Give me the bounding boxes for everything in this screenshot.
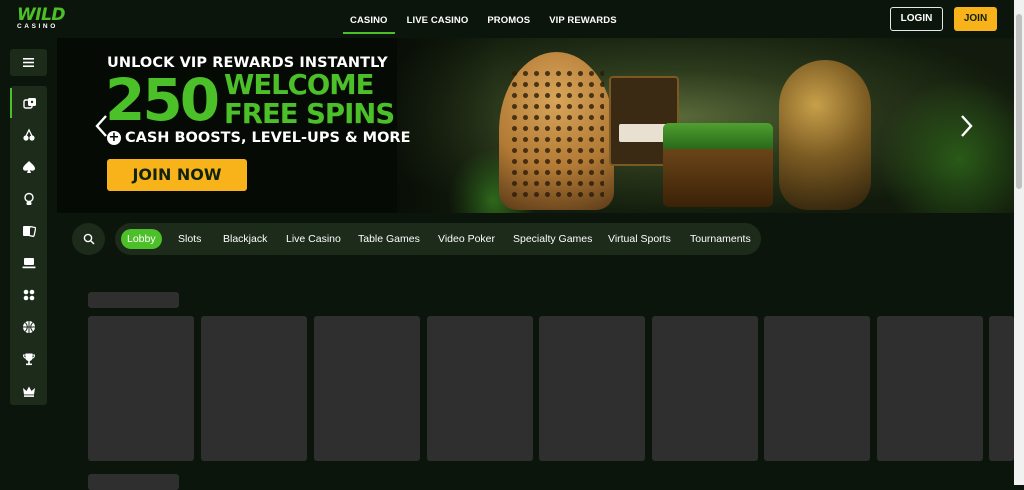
- login-button[interactable]: LOGIN: [890, 7, 943, 31]
- filter-tournaments[interactable]: Tournaments: [690, 229, 751, 249]
- hero-foliage-right: [877, 78, 1014, 213]
- hero-banner[interactable]: UNLOCK VIP REWARDS INSTANTLY 250 WELCOME…: [57, 38, 1014, 213]
- hamburger-icon: [23, 58, 34, 67]
- sidebar-item-blackjack[interactable]: [10, 216, 47, 246]
- basketball-icon: [22, 321, 35, 333]
- game-card-placeholder[interactable]: [764, 316, 870, 461]
- game-card-placeholder[interactable]: [427, 316, 533, 461]
- game-card-placeholder[interactable]: [201, 316, 307, 461]
- top-nav: CASINO LIVE CASINO PROMOS VIP REWARDS: [343, 0, 636, 34]
- hero-welcome-text: WELCOME FREE SPINS: [224, 69, 395, 130]
- sidebar-item-live-dealer[interactable]: [10, 184, 47, 214]
- crown-icon: [22, 386, 35, 397]
- carousel-prev-arrow-icon[interactable]: [93, 114, 111, 138]
- slot-reels: [619, 124, 669, 142]
- video-poker-icon: [22, 258, 35, 269]
- logo-wordmark: WILD: [17, 5, 66, 25]
- join-now-button[interactable]: JOIN NOW: [107, 159, 247, 191]
- page-scrollbar[interactable]: [1014, 0, 1024, 485]
- hero-free-spins-line: FREE SPINS: [224, 98, 395, 130]
- section-title-placeholder: [88, 474, 179, 490]
- sidebar-item-specialty[interactable]: [10, 280, 47, 310]
- filter-live-casino[interactable]: Live Casino: [286, 229, 341, 249]
- carousel-next-arrow-icon[interactable]: [957, 114, 975, 138]
- filter-table-games[interactable]: Table Games: [358, 229, 420, 249]
- nav-live-casino[interactable]: LIVE CASINO: [407, 0, 469, 34]
- hamburger-menu-button[interactable]: [10, 49, 47, 76]
- search-button[interactable]: [72, 223, 105, 255]
- nav-vip-rewards[interactable]: VIP REWARDS: [549, 0, 616, 34]
- filter-lobby[interactable]: Lobby: [121, 229, 162, 249]
- hero-jaguar-spots: [509, 68, 604, 198]
- dealer-icon: [23, 192, 34, 205]
- sidebar: [0, 38, 57, 485]
- hero-treasure-chest-illustration: [663, 123, 773, 207]
- site-header: WILD CASINO CASINO LIVE CASINO PROMOS VI…: [0, 0, 1024, 38]
- filter-specialty-games[interactable]: Specialty Games: [513, 229, 592, 249]
- logo-subtitle: CASINO: [17, 23, 58, 30]
- slots-cherry-icon: [22, 128, 35, 141]
- sidebar-item-vip[interactable]: [10, 376, 47, 406]
- hero-subline: + CASH BOOSTS, LEVEL-UPS & MORE: [107, 130, 410, 146]
- trophy-icon: [22, 353, 35, 366]
- casino-chips-icon: [22, 98, 36, 109]
- filter-blackjack[interactable]: Blackjack: [223, 229, 267, 249]
- section-title-placeholder: [88, 292, 179, 308]
- game-card-placeholder[interactable]: [314, 316, 420, 461]
- filter-virtual-sports[interactable]: Virtual Sports: [608, 229, 671, 249]
- nav-casino[interactable]: CASINO: [343, 0, 395, 34]
- search-icon: [83, 233, 95, 245]
- game-card-placeholder[interactable]: [652, 316, 758, 461]
- sidebar-item-casino[interactable]: [10, 88, 47, 118]
- category-filter-bar: Lobby Slots Blackjack Live Casino Table …: [115, 223, 761, 255]
- hero-subline-text: CASH BOOSTS, LEVEL-UPS & MORE: [125, 130, 411, 146]
- join-button[interactable]: JOIN: [954, 7, 997, 31]
- spade-icon: [22, 161, 35, 173]
- sidebar-rail: [10, 86, 47, 405]
- sidebar-item-video-poker[interactable]: [10, 248, 47, 278]
- hero-spins-number: 250: [105, 66, 220, 134]
- filter-slots[interactable]: Slots: [178, 229, 201, 249]
- hero-welcome-line: WELCOME: [224, 69, 374, 101]
- game-card-placeholder[interactable]: [88, 316, 194, 461]
- sidebar-item-table-games[interactable]: [10, 152, 47, 182]
- cards-icon: [22, 225, 36, 237]
- sidebar-item-sports[interactable]: [10, 312, 47, 342]
- game-card-placeholder[interactable]: [989, 316, 1014, 461]
- scrollbar-thumb[interactable]: [1016, 14, 1022, 189]
- nav-promos[interactable]: PROMOS: [487, 0, 530, 34]
- sidebar-item-tournaments[interactable]: [10, 344, 47, 374]
- sidebar-item-slots[interactable]: [10, 120, 47, 150]
- filter-video-poker[interactable]: Video Poker: [438, 229, 495, 249]
- game-card-placeholder[interactable]: [539, 316, 645, 461]
- hero-snake-illustration: [779, 60, 871, 210]
- game-card-placeholder[interactable]: [877, 316, 983, 461]
- wild-casino-logo[interactable]: WILD CASINO: [17, 5, 66, 32]
- dice-icon: [23, 289, 34, 301]
